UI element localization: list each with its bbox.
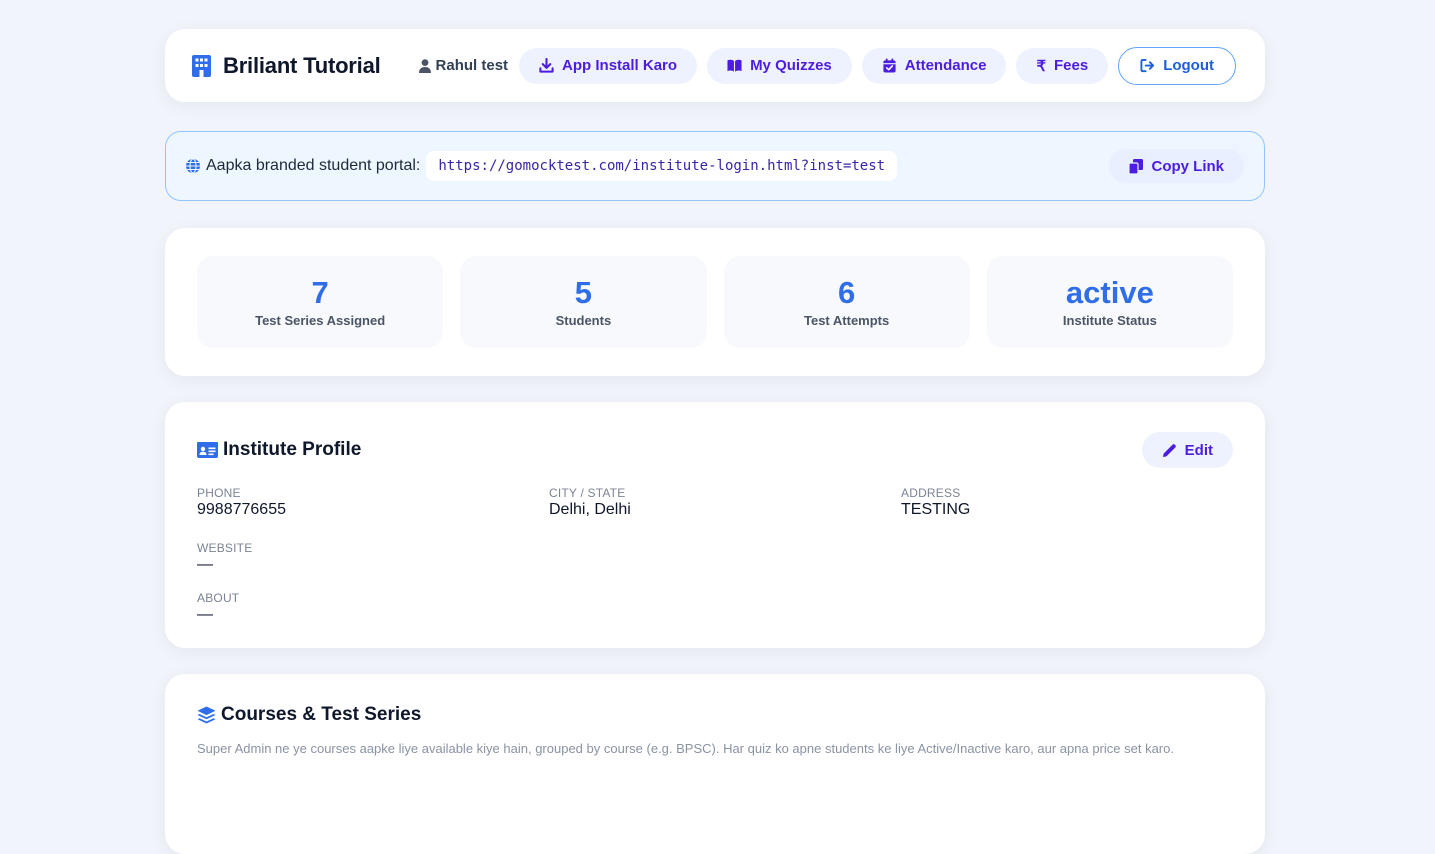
field-address: ADDRESS TESTING [901, 486, 1233, 519]
stat-value: active [1065, 274, 1154, 310]
profile-title-text: Institute Profile [223, 439, 362, 460]
field-value: 9988776655 [197, 501, 286, 518]
stat-institute-status: active Institute Status [986, 256, 1233, 348]
stat-label: Students [555, 312, 612, 328]
stat-students: 5 Students [460, 256, 707, 348]
field-label: PHONE [197, 486, 241, 500]
top-header: Briliant Tutorial Rahul test App Install… [165, 29, 1265, 102]
user-icon [418, 58, 431, 73]
courses-card: Courses & Test Series Super Admin ne ye … [165, 674, 1265, 854]
download-icon [539, 58, 554, 73]
field-phone: PHONE 9988776655 [197, 486, 549, 519]
field-value: — [197, 606, 213, 623]
field-label: CITY / STATE [549, 486, 626, 500]
app-install-button[interactable]: App Install Karo [519, 47, 698, 84]
globe-icon [186, 158, 200, 174]
profile-title: Institute Profile [197, 439, 361, 461]
field-value: — [197, 556, 213, 573]
field-label: WEBSITE [197, 541, 253, 555]
fees-button[interactable]: ₹ Fees [1016, 47, 1109, 84]
portal-banner: Aapka branded student portal: https://go… [165, 131, 1265, 201]
book-open-icon [727, 59, 742, 72]
sign-out-icon [1140, 58, 1155, 73]
stat-label: Test Series Assigned [255, 312, 386, 328]
brand[interactable]: Briliant Tutorial [192, 53, 381, 79]
stat-value: 6 [838, 274, 856, 310]
attendance-button[interactable]: Attendance [861, 47, 1007, 84]
portal-label-text: Aapka branded student portal: [206, 157, 421, 174]
courses-title: Courses & Test Series [197, 704, 1233, 726]
calendar-check-icon [883, 58, 896, 73]
stat-label: Institute Status [1062, 312, 1157, 328]
courses-title-text: Courses & Test Series [221, 704, 422, 725]
field-website: WEBSITE — [197, 541, 1233, 574]
copy-icon [1129, 158, 1144, 174]
my-quizzes-button[interactable]: My Quizzes [707, 47, 852, 84]
app-install-label: App Install Karo [562, 57, 678, 74]
brand-title: Briliant Tutorial [223, 52, 381, 78]
edit-label: Edit [1184, 441, 1213, 459]
attendance-label: Attendance [904, 57, 987, 74]
portal-url[interactable]: https://gomocktest.com/institute-login.h… [426, 151, 898, 181]
pencil-icon [1162, 443, 1176, 457]
edit-profile-button[interactable]: Edit [1141, 432, 1233, 468]
stat-test-attempts: 6 Test Attempts [723, 256, 970, 348]
field-value: Delhi, Delhi [549, 501, 631, 518]
copy-link-label: Copy Link [1151, 157, 1224, 175]
current-user: Rahul test [418, 57, 509, 74]
field-about: ABOUT — [197, 591, 1233, 624]
user-name: Rahul test [435, 57, 509, 74]
portal-label: Aapka branded student portal: [185, 157, 420, 175]
copy-link-button[interactable]: Copy Link [1109, 149, 1244, 183]
stats-panel: 7 Test Series Assigned 5 Students 6 Test… [165, 228, 1265, 376]
courses-description: Super Admin ne ye courses aapke liye ava… [197, 741, 1174, 756]
rupee-icon: ₹ [1036, 57, 1046, 75]
profile-fields: PHONE 9988776655 CITY / STATE Delhi, Del… [197, 486, 1233, 641]
my-quizzes-label: My Quizzes [750, 57, 832, 74]
logout-label: Logout [1163, 57, 1214, 74]
stat-value: 7 [311, 274, 329, 310]
profile-header: Institute Profile Edit [197, 432, 1233, 468]
field-value: TESTING [901, 501, 971, 518]
field-city-state: CITY / STATE Delhi, Delhi [549, 486, 901, 519]
field-label: ABOUT [197, 591, 240, 605]
stat-label: Test Attempts [804, 312, 890, 328]
building-icon [192, 54, 211, 77]
top-nav: Rahul test App Install Karo My Quizzes A… [418, 46, 1236, 85]
id-card-icon [197, 442, 218, 458]
institute-profile-card: Institute Profile Edit PHONE 9988776655 … [165, 402, 1265, 648]
field-label: ADDRESS [901, 486, 961, 500]
fees-label: Fees [1053, 57, 1089, 74]
stat-value: 5 [574, 274, 592, 310]
logout-button[interactable]: Logout [1118, 46, 1236, 85]
stat-test-series: 7 Test Series Assigned [197, 256, 444, 348]
layers-icon [197, 706, 216, 724]
